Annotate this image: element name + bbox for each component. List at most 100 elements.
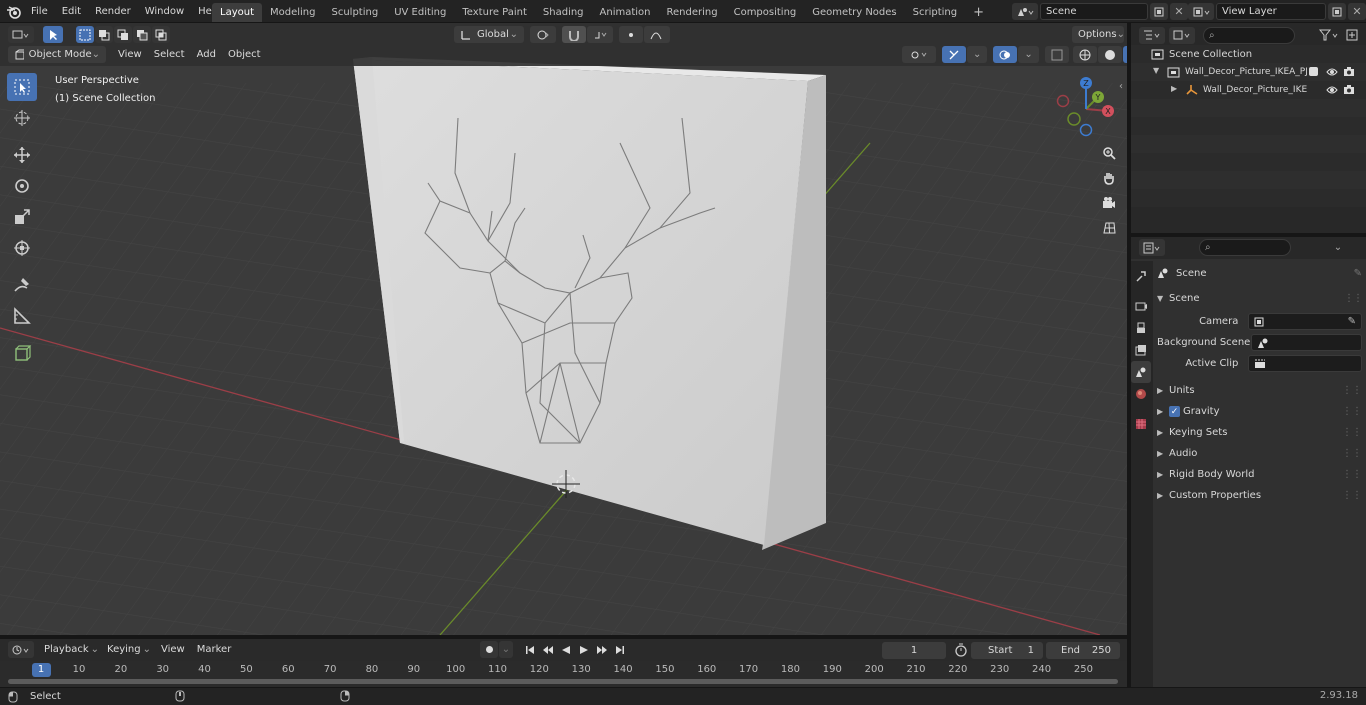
stopwatch-icon[interactable] (954, 643, 968, 660)
measure-tool-icon[interactable] (7, 302, 37, 330)
custom-properties-panel-header[interactable]: ▶ Custom Properties ⋮⋮ (1157, 485, 1362, 506)
tool-settings-tab-icon[interactable] (1131, 265, 1151, 287)
3d-viewport[interactable]: Global ⌄ Options ⌄ Object Mode ⌄ View Se… (0, 23, 1127, 635)
viewport-menu-object[interactable]: Object (222, 46, 267, 63)
frame-ruler[interactable]: 1 10 20 30 40 50 60 70 80 90 100 110 120 130 140 150 160… (0, 661, 1127, 687)
auto-keying-dropdown[interactable]: ⌄ (499, 641, 513, 658)
render-camera-icon[interactable] (1343, 66, 1355, 77)
timeline-editor-type-icon[interactable] (8, 641, 34, 658)
scene-selector[interactable]: Scene ✕ (1012, 3, 1188, 20)
tab-animation[interactable]: Animation (592, 3, 659, 22)
tab-compositing[interactable]: Compositing (726, 3, 805, 22)
mode-dropdown[interactable]: Object Mode ⌄ (8, 46, 106, 63)
new-view-layer-icon[interactable] (1328, 3, 1346, 20)
properties-options-icon[interactable]: ⌄ (1329, 239, 1347, 256)
pan-hand-icon[interactable] (1098, 167, 1120, 189)
subtract-selection-icon[interactable] (114, 26, 132, 43)
options-dropdown[interactable]: Options ⌄ (1072, 26, 1125, 43)
viewport-menu-select[interactable]: Select (148, 46, 191, 63)
render-camera-icon[interactable] (1343, 84, 1355, 95)
audio-panel-header[interactable]: ▶ Audio ⋮⋮ (1157, 443, 1362, 464)
blender-logo-icon[interactable] (6, 0, 22, 23)
visibility-eye-icon[interactable] (1326, 67, 1338, 77)
background-scene-field[interactable] (1251, 334, 1362, 351)
overlays-toggle[interactable] (993, 46, 1018, 63)
close-scene-icon[interactable]: ✕ (1170, 3, 1188, 20)
end-frame-field[interactable]: End 250 (1046, 642, 1120, 659)
pivot-point-dropdown[interactable] (530, 26, 556, 43)
view-layer-field[interactable]: View Layer (1216, 3, 1326, 20)
gravity-checkbox[interactable]: ✓ (1169, 406, 1180, 417)
select-tool-header-icon[interactable] (43, 26, 63, 43)
solid-shading-icon[interactable] (1097, 46, 1122, 63)
gizmo-dropdown[interactable]: ⌄ (967, 46, 988, 63)
units-panel-header[interactable]: ▶ Units ⋮⋮ (1157, 380, 1362, 401)
navigation-gizmo[interactable]: X Y Z (1050, 73, 1122, 145)
visibility-eye-icon[interactable] (1326, 85, 1338, 95)
select-box-tool-icon[interactable] (7, 73, 37, 101)
tab-uv-editing[interactable]: UV Editing (386, 3, 454, 22)
tab-rendering[interactable]: Rendering (659, 3, 726, 22)
viewport-menu-add[interactable]: Add (191, 46, 222, 63)
menu-window[interactable]: Window (138, 0, 191, 23)
rigid-body-world-panel-header[interactable]: ▶ Rigid Body World ⋮⋮ (1157, 464, 1362, 485)
snap-toggle[interactable] (562, 26, 586, 43)
menu-edit[interactable]: Edit (55, 0, 88, 23)
scene-panel-header[interactable]: ▼ Scene ⋮⋮ (1157, 288, 1363, 309)
new-collection-icon[interactable] (1343, 27, 1361, 44)
rotate-tool-icon[interactable] (7, 172, 37, 200)
add-cube-tool-icon[interactable] (7, 339, 37, 367)
view-layer-icon[interactable] (1188, 3, 1214, 20)
transform-tool-icon[interactable] (7, 234, 37, 262)
outliner-search-input[interactable]: ⌕ (1203, 26, 1295, 44)
menu-render[interactable]: Render (88, 0, 138, 23)
tab-shading[interactable]: Shading (535, 3, 592, 22)
timeline-scrollbar[interactable] (8, 679, 1118, 684)
view-layer-selector[interactable]: View Layer ✕ (1188, 3, 1366, 20)
close-view-layer-icon[interactable]: ✕ (1348, 3, 1366, 20)
filter-icon[interactable] (1315, 27, 1343, 44)
world-tab-icon[interactable] (1131, 383, 1151, 405)
proportional-falloff-dropdown[interactable] (644, 26, 670, 43)
scene-icon[interactable] (1012, 3, 1038, 20)
tab-scripting[interactable]: Scripting (905, 3, 965, 22)
add-workspace-button[interactable]: + (965, 3, 992, 22)
jump-start-icon[interactable] (521, 641, 539, 658)
play-reverse-icon[interactable] (557, 641, 575, 658)
play-icon[interactable] (575, 641, 593, 658)
timeline-menu-marker[interactable]: Marker (191, 641, 238, 658)
tab-texture-paint[interactable]: Texture Paint (454, 3, 535, 22)
snap-target-dropdown[interactable] (587, 26, 613, 43)
annotate-tool-icon[interactable] (7, 271, 37, 299)
proportional-editing-toggle[interactable] (619, 26, 643, 43)
invert-selection-icon[interactable] (133, 26, 151, 43)
outliner-editor-type-icon[interactable] (1139, 26, 1165, 44)
outliner-row-collection[interactable]: ▼ Wall_Decor_Picture_IKEA_PJA1 (1131, 63, 1366, 81)
move-tool-icon[interactable] (7, 141, 37, 169)
next-keyframe-icon[interactable] (593, 641, 611, 658)
keying-menu[interactable]: Keying ⌄ (103, 641, 155, 658)
ortho-grid-icon[interactable] (1098, 217, 1120, 239)
visibility-dropdown[interactable] (902, 46, 936, 63)
render-tab-icon[interactable] (1131, 295, 1151, 317)
tab-modeling[interactable]: Modeling (262, 3, 324, 22)
new-scene-icon[interactable] (1150, 3, 1168, 20)
properties-search-input[interactable]: ⌕ (1199, 239, 1291, 256)
sidebar-toggle-icon[interactable]: ‹ (1119, 81, 1123, 92)
outliner-row-scene-collection[interactable]: Scene Collection (1131, 45, 1366, 63)
gravity-panel-header[interactable]: ▶ ✓ Gravity ⋮⋮ (1157, 401, 1362, 422)
outliner-row-object[interactable]: ▶ Wall_Decor_Picture_IKEA_ (1131, 81, 1366, 99)
scale-tool-icon[interactable] (7, 203, 37, 231)
scene-tab-icon[interactable] (1131, 361, 1151, 383)
selection-mode-group[interactable] (76, 26, 170, 43)
scene-name-field[interactable]: Scene (1040, 3, 1148, 20)
current-frame-field[interactable]: 1 (882, 642, 946, 659)
exclude-checkbox[interactable] (1309, 67, 1318, 76)
pin-icon[interactable]: ✎ (1354, 268, 1362, 279)
record-button[interactable] (480, 641, 498, 658)
wireframe-shading-icon[interactable] (1072, 46, 1097, 63)
gizmo-toggle[interactable] (942, 46, 966, 63)
expand-icon[interactable]: ▼ (1153, 66, 1159, 75)
editor-type-button[interactable] (8, 26, 34, 43)
jump-end-icon[interactable] (611, 641, 629, 658)
